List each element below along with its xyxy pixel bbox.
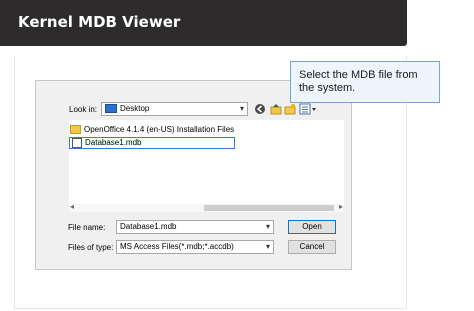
scrollbar-thumb[interactable]	[204, 205, 334, 211]
app-title: Kernel MDB Viewer	[18, 13, 181, 31]
file-name-label: File name:	[68, 223, 106, 232]
look-in-select[interactable]: Desktop ▾	[101, 102, 248, 116]
view-menu-icon[interactable]	[299, 103, 319, 115]
new-folder-icon[interactable]	[284, 103, 296, 115]
look-in-label: Look in:	[69, 105, 98, 114]
open-button[interactable]: Open	[288, 220, 336, 234]
file-type-select[interactable]: MS Access Files(*.mdb;*.accdb) ▾	[116, 240, 274, 254]
database-file-icon	[72, 138, 82, 148]
file-name-label: Database1.mdb	[85, 138, 142, 148]
horizontal-scrollbar[interactable]: ◂ ▸	[69, 202, 344, 212]
file-name-label: OpenOffice 4.1.4 (en-US) Installation Fi…	[84, 125, 235, 134]
file-type-label: Files of type:	[68, 243, 114, 252]
selected-file[interactable]: Database1.mdb	[69, 137, 235, 149]
file-name-value: Database1.mdb	[120, 222, 177, 231]
scroll-right-icon[interactable]: ▸	[339, 202, 343, 211]
desktop-drive-icon	[105, 104, 117, 114]
scroll-left-icon[interactable]: ◂	[70, 202, 74, 211]
look-in-value: Desktop	[120, 104, 150, 113]
list-item-database[interactable]: Database1.mdb	[69, 137, 235, 149]
instruction-tooltip: Select the MDB file from the system.	[290, 61, 440, 103]
file-type-value: MS Access Files(*.mdb;*.accdb)	[120, 242, 234, 251]
folder-icon	[70, 125, 81, 135]
app-header: Kernel MDB Viewer	[0, 0, 407, 46]
file-name-input[interactable]: Database1.mdb ▾	[116, 220, 274, 234]
chevron-down-icon: ▾	[265, 242, 270, 251]
list-item-folder[interactable]: OpenOffice 4.1.4 (en-US) Installation Fi…	[70, 125, 235, 135]
chevron-down-icon: ▾	[265, 222, 270, 231]
cancel-button[interactable]: Cancel	[288, 240, 336, 254]
up-folder-icon[interactable]	[270, 103, 282, 115]
back-icon[interactable]	[254, 103, 266, 115]
chevron-down-icon: ▾	[239, 104, 244, 113]
